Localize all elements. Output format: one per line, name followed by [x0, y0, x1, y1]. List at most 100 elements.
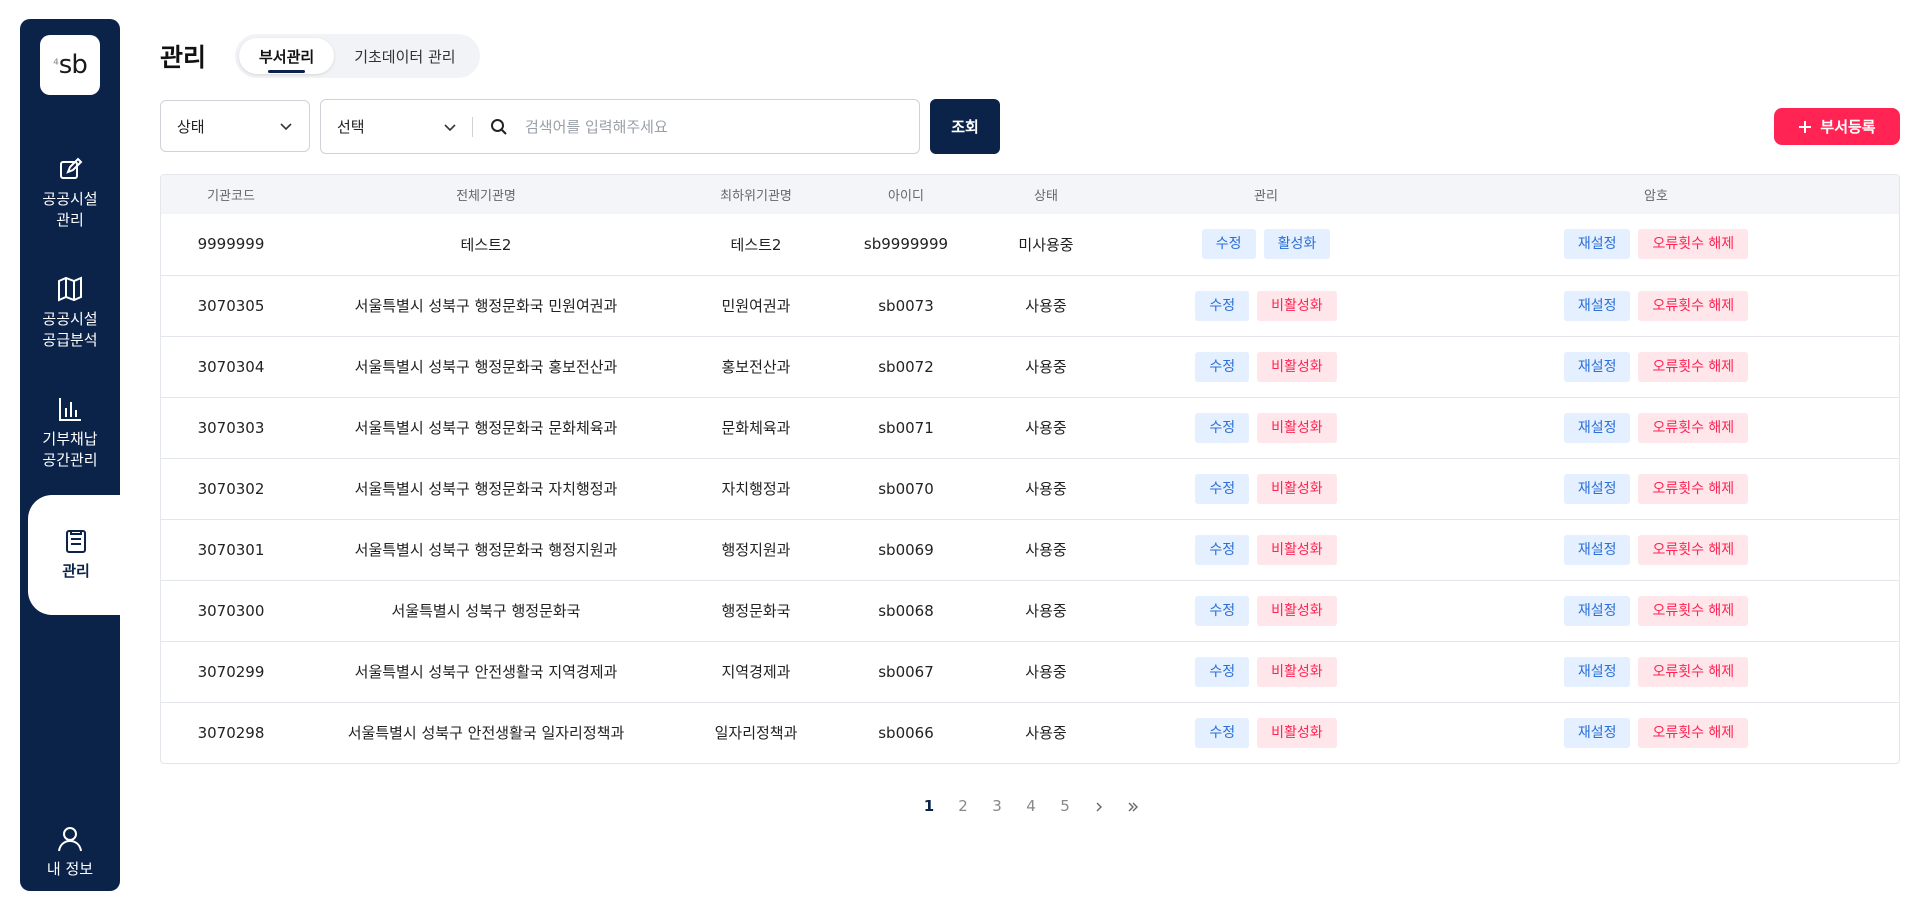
reset-password-button[interactable]: 재설정: [1563, 534, 1631, 565]
sidebar-item-label: 공공시설 관리: [42, 190, 98, 229]
table-header-row: 기관코드 전체기관명 최하위기관명 아이디 상태 관리 암호: [161, 175, 1899, 214]
clear-error-count-button[interactable]: 오류횟수 해제: [1638, 473, 1749, 504]
status-select[interactable]: 상태: [160, 100, 310, 152]
user-id-cell: sb0069: [878, 540, 934, 559]
clipboard-icon: [66, 530, 86, 553]
edit-button[interactable]: 수정: [1195, 290, 1250, 321]
edit-button[interactable]: 수정: [1195, 717, 1250, 748]
page-5[interactable]: 5: [1048, 797, 1082, 815]
page-1[interactable]: 1: [912, 797, 946, 815]
bar-chart-icon: [59, 398, 81, 421]
edit-button[interactable]: 수정: [1195, 534, 1250, 565]
toggle-active-button[interactable]: 비활성화: [1257, 717, 1337, 748]
clear-error-count-button[interactable]: 오류횟수 해제: [1638, 717, 1749, 748]
status-cell: 사용중: [1025, 663, 1067, 681]
table-row: 3070302 서울특별시 성북구 행정문화국 자치행정과 자치행정과 sb0070 사…: [161, 458, 1899, 519]
toggle-active-button[interactable]: 비활성화: [1257, 290, 1337, 321]
password-cell: 재설정 오류횟수 해제: [1411, 519, 1899, 580]
toggle-active-button[interactable]: 비활성화: [1257, 351, 1337, 382]
lowest-org-name-cell: 테스트2: [730, 235, 782, 254]
location-pin-icon: ⁴: [53, 57, 59, 73]
password-cell: 재설정 오류횟수 해제: [1411, 336, 1899, 397]
reset-password-button[interactable]: 재설정: [1563, 290, 1631, 321]
clear-error-count-button[interactable]: 오류횟수 해제: [1638, 656, 1749, 687]
lowest-org-name-cell: 홍보전산과: [721, 358, 791, 376]
column-header: 관리: [1254, 189, 1278, 204]
status-select-value: 상태: [177, 117, 205, 136]
page-2[interactable]: 2: [946, 797, 980, 815]
full-org-name-cell: 테스트2: [460, 235, 512, 254]
password-cell: 재설정 오류횟수 해제: [1411, 214, 1899, 275]
reset-password-button[interactable]: 재설정: [1563, 412, 1631, 443]
edit-button[interactable]: 수정: [1195, 656, 1250, 687]
toggle-active-button[interactable]: 비활성화: [1257, 595, 1337, 626]
table-row: 9999999 테스트2 테스트2 sb9999999 미사용중 수정 활성화 재설정 오류횟수…: [161, 214, 1899, 275]
toggle-active-button[interactable]: 활성화: [1263, 229, 1331, 260]
edit-button[interactable]: 수정: [1195, 412, 1250, 443]
sidebar-item-management[interactable]: 관리: [28, 495, 124, 615]
toggle-active-button[interactable]: 비활성화: [1257, 534, 1337, 565]
sidebar-item-donation-space[interactable]: 기부채납 공간관리: [20, 395, 120, 471]
reset-password-button[interactable]: 재설정: [1563, 229, 1631, 260]
lowest-org-name-cell: 일자리정책과: [714, 724, 798, 743]
sidebar-item-facility-management[interactable]: 공공시설 관리: [20, 155, 120, 231]
reset-password-button[interactable]: 재설정: [1563, 595, 1631, 626]
user-id-cell: sb0073: [878, 296, 934, 315]
manage-cell: 수정 비활성화: [1121, 275, 1411, 336]
table-row: 3070304 서울특별시 성북구 행정문화국 홍보전산과 홍보전산과 sb0072 사…: [161, 336, 1899, 397]
column-header: 아이디: [888, 189, 924, 204]
page-4[interactable]: 4: [1014, 797, 1048, 815]
reset-password-button[interactable]: 재설정: [1563, 473, 1631, 504]
password-cell: 재설정 오류횟수 해제: [1411, 702, 1899, 763]
reset-password-button[interactable]: 재설정: [1563, 351, 1631, 382]
clear-error-count-button[interactable]: 오류횟수 해제: [1638, 534, 1749, 565]
last-page-button[interactable]: [1116, 797, 1150, 815]
clear-error-count-button[interactable]: 오류횟수 해제: [1638, 290, 1749, 321]
user-id-cell: sb0066: [878, 723, 934, 742]
user-id-cell: sb0072: [878, 357, 934, 376]
password-cell: 재설정 오류횟수 해제: [1411, 458, 1899, 519]
clear-error-count-button[interactable]: 오류횟수 해제: [1638, 412, 1749, 443]
manage-cell: 수정 비활성화: [1121, 336, 1411, 397]
manage-cell: 수정 비활성화: [1121, 641, 1411, 702]
full-org-name-cell: 서울특별시 성북구 행정문화국: [391, 602, 581, 620]
manage-cell: 수정 비활성화: [1121, 397, 1411, 458]
logo[interactable]: ⁴ sb: [40, 35, 100, 95]
edit-button[interactable]: 수정: [1195, 595, 1250, 626]
org-code-cell: 3070300: [197, 601, 265, 620]
clear-error-count-button[interactable]: 오류횟수 해제: [1638, 229, 1749, 260]
toggle-active-button[interactable]: 비활성화: [1257, 656, 1337, 687]
edit-button[interactable]: 수정: [1201, 229, 1256, 260]
search-button[interactable]: 조회: [930, 99, 1000, 154]
lowest-org-name-cell: 문화체육과: [721, 419, 791, 437]
toggle-active-button[interactable]: 비활성화: [1257, 473, 1337, 504]
sidebar-item-supply-analysis[interactable]: 공공시설 공급분석: [20, 275, 120, 351]
tab-bar: 부서관리 기초데이터 관리: [235, 34, 480, 78]
edit-button[interactable]: 수정: [1195, 473, 1250, 504]
add-department-button[interactable]: 부서등록: [1774, 108, 1900, 145]
org-code-cell: 3070298: [197, 723, 265, 742]
status-cell: 사용중: [1025, 541, 1067, 559]
toggle-active-button[interactable]: 비활성화: [1257, 412, 1337, 443]
table-row: 3070303 서울특별시 성북구 행정문화국 문화체육과 문화체육과 sb0071 사…: [161, 397, 1899, 458]
chevron-down-icon: [444, 123, 456, 131]
tab-base-data-management[interactable]: 기초데이터 관리: [334, 38, 475, 74]
search-field-select[interactable]: 선택: [321, 100, 473, 153]
password-cell: 재설정 오류횟수 해제: [1411, 397, 1899, 458]
clear-error-count-button[interactable]: 오류횟수 해제: [1638, 595, 1749, 626]
page-3[interactable]: 3: [980, 797, 1014, 815]
clear-error-count-button[interactable]: 오류횟수 해제: [1638, 351, 1749, 382]
lowest-org-name-cell: 행정문화국: [721, 602, 791, 620]
status-cell: 사용중: [1025, 419, 1067, 437]
lowest-org-name-cell: 자치행정과: [721, 480, 791, 498]
reset-password-button[interactable]: 재설정: [1563, 656, 1631, 687]
tab-department-management[interactable]: 부서관리: [239, 38, 335, 74]
edit-button[interactable]: 수정: [1195, 351, 1250, 382]
column-header: 기관코드: [207, 189, 255, 204]
next-page-button[interactable]: [1082, 797, 1116, 815]
full-org-name-cell: 서울특별시 성북구 행정문화국 민원여권과: [354, 297, 618, 315]
search-input[interactable]: [525, 110, 905, 144]
sidebar-item-my-info[interactable]: 내 정보: [20, 825, 120, 880]
reset-password-button[interactable]: 재설정: [1563, 717, 1631, 748]
org-code-cell: 3070299: [197, 662, 265, 681]
